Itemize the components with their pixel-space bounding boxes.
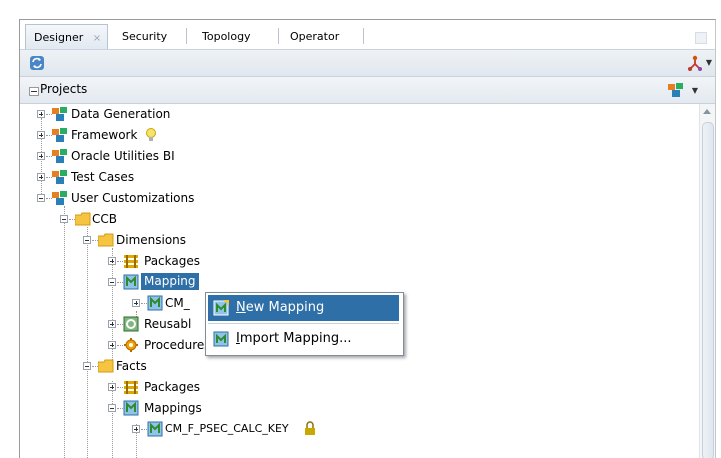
tree-node-oracle-utilities-bi[interactable]: Oracle Utilities BI: [20, 146, 320, 166]
mapping-icon: [123, 274, 139, 290]
expand-icon[interactable]: [37, 131, 45, 139]
sync-icon[interactable]: [29, 55, 45, 71]
project-icon: [52, 107, 67, 121]
package-icon: [124, 381, 138, 394]
tab-operator-label: Operator: [290, 30, 340, 43]
tab-designer[interactable]: Designer ×: [25, 24, 108, 49]
tree-node-label: Test Cases: [71, 170, 135, 184]
tree-node-label: CM_F_PSEC_CALC_KEY: [165, 422, 289, 435]
tree-node-facts[interactable]: Facts: [20, 356, 320, 376]
tree-node-label: User Customizations: [71, 191, 195, 205]
menu-separator: [208, 323, 399, 324]
menu-item-import-mapping[interactable]: Import Mapping...: [208, 326, 399, 352]
collapse-icon[interactable]: [108, 278, 116, 286]
tree-node-cm-f-psec-calc-key[interactable]: CM_F_PSEC_CALC_KEY: [20, 419, 320, 439]
expand-icon[interactable]: [108, 341, 116, 349]
minimize-icon[interactable]: [695, 32, 707, 44]
tab-divider: [363, 28, 364, 44]
expand-icon[interactable]: [132, 299, 140, 307]
tree-node-label: CCB: [92, 212, 117, 226]
tree-node-ccb[interactable]: CCB: [20, 209, 320, 229]
tree-node-label: Data Generation: [71, 107, 171, 121]
collapse-icon[interactable]: [83, 362, 91, 370]
model-tool-icon[interactable]: [687, 55, 703, 71]
tree-node-label: Dimensions: [116, 233, 187, 247]
tree-node-mappings[interactable]: Mapping: [20, 272, 320, 292]
expand-icon[interactable]: [37, 173, 45, 181]
folder-icon: [75, 212, 91, 226]
import-mapping-icon: [213, 331, 229, 347]
mapping-icon: [147, 421, 163, 437]
tree-node-label: Packages: [144, 380, 200, 394]
tab-security[interactable]: Security: [114, 24, 186, 49]
tree-node-label: Facts: [116, 359, 147, 373]
tree-node-label: Framework: [71, 128, 138, 142]
context-menu: New Mapping Import Mapping...: [205, 292, 404, 356]
package-icon: [124, 255, 138, 268]
new-mapping-icon: [213, 300, 229, 316]
projects-menu-icon[interactable]: [667, 82, 685, 98]
scroll-up-icon[interactable]: [703, 109, 711, 114]
project-icon: [52, 128, 67, 142]
expand-icon[interactable]: [108, 257, 116, 265]
expand-icon[interactable]: [108, 320, 116, 328]
collapse-icon[interactable]: [37, 194, 45, 202]
lock-icon: [305, 421, 315, 435]
tree-node-label: Packages: [144, 254, 200, 268]
tree-node-label: Mappings: [144, 401, 202, 415]
projects-panel-header: Projects ▼: [20, 77, 715, 104]
project-tree: Data Generation Framework Oracle Utiliti…: [20, 104, 700, 458]
folder-icon: [98, 359, 114, 373]
project-icon: [52, 170, 67, 184]
procedure-icon: [124, 338, 138, 352]
panel-title: Projects: [40, 82, 88, 96]
tab-divider: [186, 28, 187, 44]
navigator-tab-bar: Designer × Security Topology Operator: [20, 20, 715, 50]
chevron-down-icon[interactable]: ▼: [706, 58, 712, 67]
tab-designer-label: Designer: [34, 31, 84, 44]
scrollbar-thumb[interactable]: [702, 122, 714, 458]
collapse-icon[interactable]: [29, 87, 39, 96]
tree-node-packages[interactable]: Packages: [20, 251, 320, 271]
close-icon[interactable]: ×: [93, 33, 101, 44]
tab-security-label: Security: [122, 30, 168, 43]
tree-node-framework[interactable]: Framework: [20, 125, 320, 145]
tab-divider: [278, 28, 279, 44]
tree-node-user-customizations[interactable]: User Customizations: [20, 188, 320, 208]
tab-topology[interactable]: Topology: [194, 24, 272, 49]
expand-icon[interactable]: [37, 110, 45, 118]
collapse-icon[interactable]: [108, 404, 116, 412]
tab-operator[interactable]: Operator: [282, 24, 362, 49]
tree-node-label: Mapping: [141, 273, 199, 290]
menu-item-label: New Mapping: [236, 300, 325, 315]
expand-icon[interactable]: [37, 152, 45, 160]
odi-designer-window: Designer × Security Topology Operator ▼ …: [19, 19, 716, 458]
tree-node-label: Reusabl: [144, 317, 192, 331]
project-icon: [52, 191, 67, 205]
collapse-icon[interactable]: [60, 215, 68, 223]
tree-node-label: CM_: [165, 296, 190, 310]
tree-node-facts-mappings[interactable]: Mappings: [20, 398, 320, 418]
menu-item-label: Import Mapping...: [236, 331, 352, 346]
project-icon: [52, 149, 67, 163]
tree-scrollbar[interactable]: [699, 104, 715, 458]
expand-icon[interactable]: [132, 425, 140, 433]
lightbulb-icon: [146, 128, 156, 141]
tree-node-data-generation[interactable]: Data Generation: [20, 104, 320, 124]
tab-topology-label: Topology: [202, 30, 251, 43]
menu-item-new-mapping[interactable]: New Mapping: [208, 295, 399, 321]
tree-node-test-cases[interactable]: Test Cases: [20, 167, 320, 187]
designer-toolbar: ▼: [20, 50, 715, 77]
collapse-icon[interactable]: [83, 236, 91, 244]
tree-node-label: Procedures: [144, 338, 211, 352]
folder-icon: [98, 233, 114, 247]
tree-node-dimensions[interactable]: Dimensions: [20, 230, 320, 250]
expand-icon[interactable]: [108, 383, 116, 391]
mapping-icon: [147, 295, 163, 311]
chevron-down-icon[interactable]: ▼: [692, 86, 698, 95]
tree-node-label: Oracle Utilities BI: [71, 149, 175, 163]
mapping-icon: [123, 400, 139, 416]
reusable-mapping-icon: [123, 316, 139, 332]
tree-node-facts-packages[interactable]: Packages: [20, 377, 320, 397]
